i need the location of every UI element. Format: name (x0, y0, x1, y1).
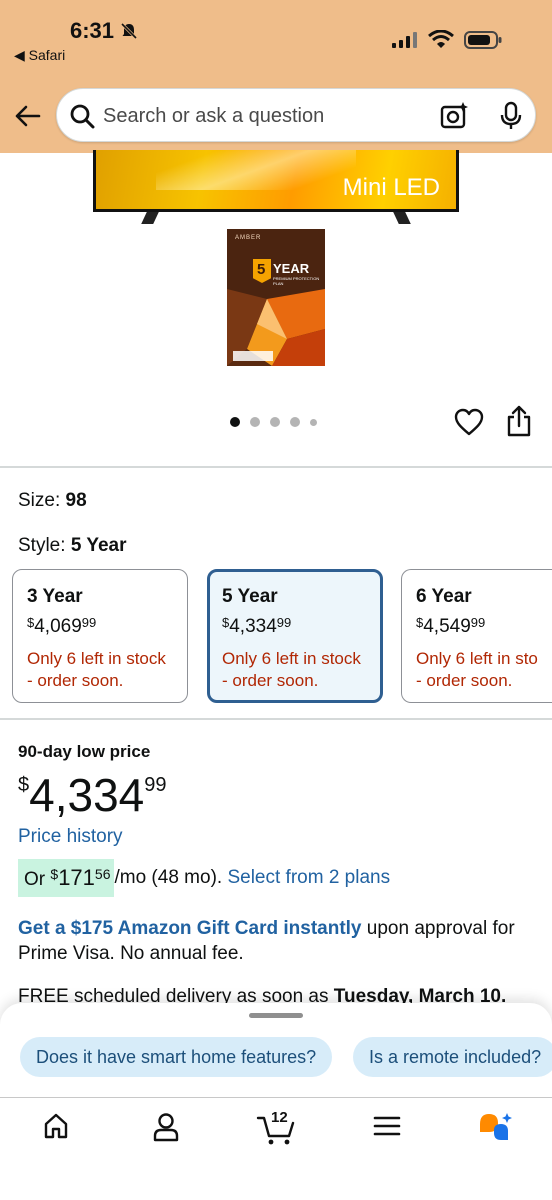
tv-screen-glare (156, 150, 356, 190)
monthly-payment-highlight: Or $17156 (18, 859, 115, 897)
carousel-dot[interactable] (250, 417, 260, 427)
option-title: 5 Year (222, 586, 278, 607)
stock-warning-order: - order soon. (27, 671, 124, 690)
home-icon[interactable] (42, 1112, 70, 1140)
tv-label: Mini LED (342, 174, 440, 201)
search-row: Search or ask a question (0, 86, 552, 146)
plan-year-word: YEAR (273, 261, 310, 276)
carousel-dot[interactable] (310, 418, 317, 426)
status-icons (392, 30, 502, 49)
cellular-signal-icon (392, 31, 417, 48)
stock-warning: Only 6 left in stock (416, 649, 538, 668)
deal-badge-label: 90-day low price (18, 742, 151, 761)
silent-bell-icon (120, 22, 138, 40)
stock-warning: Only 6 left in stock (222, 649, 361, 668)
carousel-dot[interactable] (230, 417, 240, 427)
share-icon[interactable] (506, 405, 532, 437)
search-placeholder: Search or ask a question (103, 105, 325, 127)
search-icon (70, 104, 95, 129)
cart-count: 12 (271, 1109, 288, 1126)
ask-suggestions-sheet: Does it have smart home features? Is a r… (0, 1003, 552, 1103)
currency-symbol: $ (18, 774, 30, 796)
price-dollars: 4,549 (423, 616, 471, 637)
price-cents: 99 (470, 615, 486, 630)
option-price: $4,06999 (27, 615, 173, 638)
plan-brand: AMBER (235, 235, 262, 241)
currency-symbol: $ (416, 615, 424, 630)
stock-warning-order: - order soon. (416, 671, 513, 690)
back-app-label: Safari (28, 47, 66, 63)
microphone-icon[interactable] (497, 101, 525, 131)
battery-icon (464, 30, 502, 49)
option-title: 6 Year (416, 586, 472, 607)
app-header: 6:31 ◀ Safari Search or ask a question (0, 0, 552, 153)
size-selection: Size: 98 (18, 490, 87, 512)
currency-symbol: $ (27, 615, 35, 630)
currency-symbol: $ (50, 866, 59, 882)
price-cents: 99 (144, 774, 167, 796)
suggestion-chip[interactable]: Does it have smart home features? (20, 1037, 333, 1077)
style-option-5-year[interactable]: 5 Year $4,33499 Only 6 left in stock - o… (207, 569, 383, 703)
section-divider (0, 466, 552, 468)
option-price: $4,54999 (416, 615, 538, 638)
gift-card-link[interactable]: Get a $175 Amazon Gift Card instantly (18, 918, 362, 939)
stock-warning: Only 6 left in stock (27, 649, 166, 668)
price-dollars: 4,069 (34, 616, 82, 637)
currency-symbol: $ (222, 615, 230, 630)
rufus-assistant-icon[interactable] (478, 1112, 514, 1146)
style-label: Style: (18, 535, 66, 556)
tv-stand-right (393, 212, 411, 224)
gift-card-offer: Get a $175 Amazon Gift Card instantly up… (18, 916, 538, 966)
plan-geometric-art (227, 289, 325, 366)
current-price: $4,33499 (18, 768, 167, 822)
suggestion-chip[interactable]: Is a remote included? (353, 1037, 552, 1077)
monthly-cents: 56 (94, 866, 111, 882)
bottom-nav: 12 (0, 1097, 552, 1200)
style-option-6-year[interactable]: 6 Year $4,54999 Only 6 left in stock - o… (401, 569, 552, 703)
carousel-dot[interactable] (270, 417, 280, 427)
camera-search-icon[interactable] (439, 101, 469, 131)
monthly-payment: Or $17156/mo (48 mo). Select from 2 plan… (18, 859, 390, 897)
select-plans-link[interactable]: Select from 2 plans (227, 867, 390, 889)
heart-icon[interactable] (454, 408, 484, 436)
price-dollars: 4,334 (29, 769, 145, 821)
price-history-link[interactable]: Price history (18, 826, 123, 848)
monthly-prefix: Or (24, 869, 51, 890)
plan-subtitle: PREMIUM PROTECTION PLAN (273, 276, 320, 286)
price-dollars: 4,334 (229, 616, 277, 637)
plan-years: 5 (257, 261, 266, 278)
product-image-tv[interactable]: Mini LED (93, 150, 459, 212)
price-cents: 99 (81, 615, 97, 630)
monthly-suffix: /mo (48 mo). (114, 867, 228, 888)
back-to-app[interactable]: ◀ Safari (14, 47, 65, 64)
sheet-drag-handle[interactable] (249, 1013, 303, 1018)
menu-icon[interactable] (373, 1112, 401, 1140)
back-arrow-icon[interactable] (14, 102, 42, 130)
style-selection: Style: 5 Year (18, 535, 126, 557)
image-carousel-dots[interactable] (230, 417, 317, 427)
account-icon[interactable] (152, 1112, 180, 1142)
style-option-3-year[interactable]: 3 Year $4,06999 Only 6 left in stock - o… (12, 569, 188, 703)
search-input[interactable]: Search or ask a question (56, 88, 536, 142)
tv-stand-left (141, 212, 159, 224)
carousel-dot[interactable] (290, 417, 300, 427)
style-value: 5 Year (70, 535, 127, 556)
option-price: $4,33499 (222, 615, 368, 638)
price-cents: 99 (276, 615, 292, 630)
stock-warning-order: - order soon. (222, 671, 319, 690)
option-title: 3 Year (27, 586, 83, 607)
status-time: 6:31 (70, 18, 115, 43)
monthly-dollars: 171 (58, 865, 95, 890)
wifi-icon (428, 30, 454, 48)
section-divider (0, 718, 552, 720)
size-value: 98 (65, 490, 87, 511)
size-label: Size: (18, 490, 61, 511)
protection-plan-image[interactable]: AMBER 5 YEAR PREMIUM PROTECTION PLAN (227, 229, 325, 366)
